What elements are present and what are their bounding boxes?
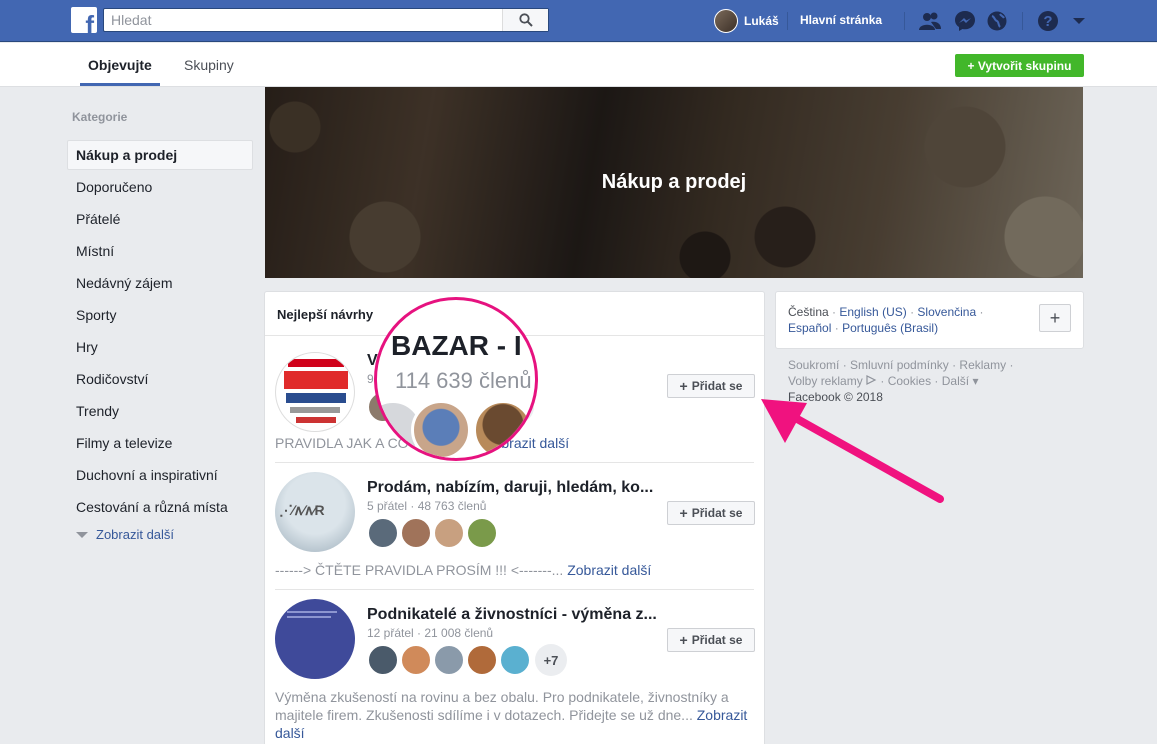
- group-description-text: Výměna zkušeností na rovinu a bez obalu.…: [275, 689, 729, 723]
- footer-link-ad-choices[interactable]: Volby reklamy: [788, 374, 863, 388]
- sidebar-item-games[interactable]: Hry: [67, 332, 253, 362]
- avatar: [400, 517, 432, 549]
- svg-text:?: ?: [1043, 13, 1052, 30]
- language-link-spanish[interactable]: Español: [788, 321, 831, 335]
- sidebar-item-movies-tv[interactable]: Filmy a televize: [67, 428, 253, 458]
- footer-link-more[interactable]: Další: [942, 374, 969, 388]
- profile-link[interactable]: Lukáš: [714, 8, 779, 34]
- current-language: Čeština: [788, 305, 829, 319]
- avatar: [473, 400, 533, 458]
- top-navigation-bar: f Lukáš Hlavní stránka ?: [0, 0, 1157, 42]
- join-group-button[interactable]: + Přidat se: [667, 501, 755, 525]
- friend-requests-icon[interactable]: [918, 9, 942, 33]
- magnified-member-count: 114 639 členů: [395, 368, 532, 393]
- chevron-down-icon: [76, 531, 88, 538]
- group-thumbnail[interactable]: [275, 352, 355, 432]
- group-thumbnail[interactable]: [275, 599, 355, 679]
- sidebar-item-recommended[interactable]: Doporučeno: [67, 172, 253, 202]
- magnified-group-name: BAZAR - I: [391, 330, 522, 361]
- search-button[interactable]: [502, 9, 548, 31]
- account-menu-chevron-down-icon[interactable]: [1067, 9, 1091, 33]
- footer-link-terms[interactable]: Smluvní podmínky: [850, 358, 949, 372]
- group-meta: 9: [367, 372, 374, 386]
- sidebar-item-recent-interest[interactable]: Nedávný zájem: [67, 268, 253, 298]
- messenger-icon[interactable]: [953, 9, 977, 33]
- sidebar-item-spiritual[interactable]: Duchovní a inspirativní: [67, 460, 253, 490]
- create-group-button[interactable]: + Vytvořit skupinu: [955, 54, 1084, 77]
- sidebar-item-sports[interactable]: Sporty: [67, 300, 253, 330]
- facebook-logo-icon[interactable]: f: [71, 7, 97, 33]
- avatar: [433, 517, 465, 549]
- category-cover-image: Nákup a prodej: [265, 87, 1083, 278]
- avatar: [411, 400, 471, 458]
- divider: [1022, 12, 1023, 30]
- notifications-globe-icon[interactable]: [985, 9, 1009, 33]
- avatar: [367, 517, 399, 549]
- add-language-button[interactable]: +: [1039, 304, 1071, 332]
- plus-icon: +: [679, 505, 688, 521]
- divider: [904, 12, 905, 30]
- pointer-arrow-icon: [761, 399, 944, 503]
- join-label: Přidat se: [691, 379, 743, 393]
- sidebar-item-parenting[interactable]: Rodičovství: [67, 364, 253, 394]
- join-group-button[interactable]: + Přidat se: [667, 374, 755, 398]
- footer-link-cookies[interactable]: Cookies: [888, 374, 931, 388]
- group-description: ------> ČTĚTE PRAVIDLA PROSÍM !!! <-----…: [275, 561, 755, 579]
- home-link[interactable]: Hlavní stránka: [800, 13, 882, 27]
- magnifier-highlight: BAZAR - I 114 639 členů: [374, 297, 538, 461]
- group-name[interactable]: Prodám, nabízím, daruji, hledám, ko...: [367, 479, 662, 497]
- footer-link-privacy[interactable]: Soukromí: [788, 358, 839, 372]
- avatar: [466, 644, 498, 676]
- profile-avatar: [714, 9, 738, 33]
- join-group-button[interactable]: + Přidat se: [667, 628, 755, 652]
- avatar: [466, 517, 498, 549]
- footer-link-ads[interactable]: Reklamy: [959, 358, 1006, 372]
- show-more-link[interactable]: Zobrazit další: [567, 562, 651, 578]
- divider: [787, 12, 788, 30]
- language-link-slovak[interactable]: Slovenčina: [917, 305, 976, 319]
- tab-discover[interactable]: Objevujte: [80, 43, 160, 86]
- group-name[interactable]: Podnikatelé a živnostníci - výměna z...: [367, 606, 662, 624]
- avatar: [367, 644, 399, 676]
- language-link-english[interactable]: English (US): [839, 305, 906, 319]
- sidebar-title: Kategorie: [72, 110, 128, 124]
- search-box: [103, 8, 549, 32]
- group-meta: 12 přátel · 21 008 členů: [367, 626, 494, 640]
- sidebar-show-more-label: Zobrazit další: [96, 527, 175, 542]
- sidebar-item-travel[interactable]: Cestování a různá místa: [67, 492, 253, 522]
- group-meta: 5 přátel · 48 763 členů: [367, 499, 487, 513]
- cover-title: Nákup a prodej: [601, 171, 747, 193]
- sidebar-item-trends[interactable]: Trendy: [67, 396, 253, 426]
- language-link-portuguese[interactable]: Português (Brasil): [842, 321, 938, 335]
- avatar: [400, 644, 432, 676]
- member-avatars: [367, 517, 499, 549]
- tab-groups[interactable]: Skupiny: [184, 43, 234, 87]
- sidebar-item-local[interactable]: Místní: [67, 236, 253, 266]
- group-description: Výměna zkušeností na rovinu a bez obalu.…: [275, 688, 755, 742]
- ad-choices-icon: [866, 375, 877, 385]
- divider: [275, 589, 754, 590]
- avatar: [433, 644, 465, 676]
- join-label: Přidat se: [691, 506, 743, 520]
- join-label: Přidat se: [691, 633, 743, 647]
- caret-down-icon: ▾: [972, 374, 979, 388]
- search-input[interactable]: [104, 9, 504, 31]
- divider: [275, 462, 754, 463]
- more-members-count[interactable]: +7: [535, 644, 567, 676]
- language-card: Čeština · English (US) · Slovenčina · Es…: [775, 291, 1084, 349]
- profile-name: Lukáš: [744, 14, 779, 28]
- sidebar-item-buy-sell[interactable]: Nákup a prodej: [67, 140, 253, 170]
- group-thumbnail[interactable]: ⋰∕∧∕∧∕R: [275, 472, 355, 552]
- group-description-text: ------> ČTĚTE PRAVIDLA PROSÍM !!! <-----…: [275, 562, 564, 578]
- member-avatars: +7: [367, 644, 567, 676]
- search-icon: [518, 13, 533, 27]
- plus-icon: +: [679, 632, 688, 648]
- plus-icon: +: [679, 378, 688, 394]
- sidebar-item-friends[interactable]: Přátelé: [67, 204, 253, 234]
- help-icon[interactable]: ?: [1036, 9, 1060, 33]
- sidebar-show-more-link[interactable]: Zobrazit další: [76, 527, 174, 542]
- avatar: [499, 644, 531, 676]
